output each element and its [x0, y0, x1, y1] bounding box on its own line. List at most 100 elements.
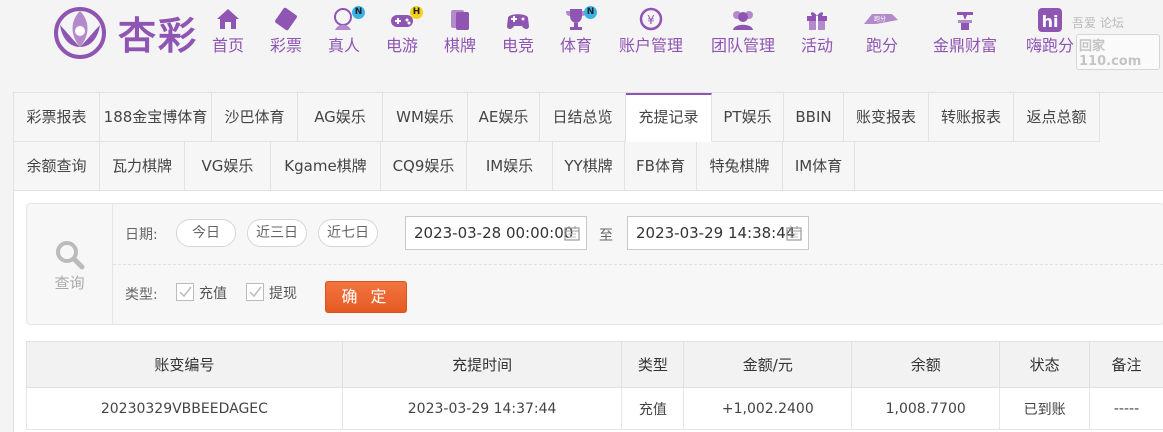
report-panel: 彩票报表 188金宝博体育 沙巴体育 AG娱乐 WM娱乐 AE娱乐 日结总览 充提记录 PT娱乐… — [13, 92, 1163, 432]
nav-item-3[interactable]: 电游 H — [384, 6, 423, 58]
watermark-line1: 吾爱 论坛 — [1072, 16, 1124, 30]
brand-logo[interactable]: 杏彩 — [50, 3, 200, 59]
cell-type: 充值 — [621, 387, 685, 430]
nav-label: 首页 — [211, 36, 244, 55]
nav-label: 团队管理 — [710, 36, 775, 55]
nav-badge: N — [584, 6, 597, 19]
nav-item-9[interactable]: 活动 — [798, 6, 836, 58]
table-row[interactable]: 20230329VBBEEDAGEC 2023-03-29 14:37:44 充… — [26, 387, 1163, 430]
gift-icon — [807, 12, 827, 30]
tab-r2-7[interactable]: FB体育 — [625, 142, 697, 191]
end-date-input[interactable]: 2023-03-29 14:38:44 — [627, 216, 809, 250]
cell-time: 2023-03-29 14:37:44 — [341, 387, 623, 430]
tab-r1-1[interactable]: 188金宝博体育 — [100, 93, 212, 142]
home-icon — [217, 9, 239, 29]
query-side-label: 查询 — [54, 274, 85, 292]
deposit-label: 充值 — [199, 286, 227, 302]
withdraw-checkbox[interactable] — [246, 283, 264, 301]
cell-transaction-id: 20230329VBBEEDAGEC — [26, 387, 343, 430]
last-3-days-button[interactable]: 近三日 — [247, 219, 307, 247]
cards-icon — [451, 10, 469, 30]
nav-item-7[interactable]: ¥ 账户管理 — [616, 6, 686, 58]
nav-item-11[interactable]: 金鼎财富 — [930, 6, 1000, 58]
deposit-checkbox[interactable] — [176, 283, 194, 301]
calendar-icon[interactable] — [564, 225, 580, 241]
tab-r1-5[interactable]: AE娱乐 — [468, 93, 540, 142]
tab-r2-1[interactable]: 瓦力棋牌 — [100, 142, 185, 191]
nav-item-0[interactable]: 首页 — [210, 6, 246, 58]
tab-r1-10[interactable]: 账变报表 — [844, 93, 929, 142]
team-icon — [733, 11, 753, 30]
type-label: 类型: — [125, 287, 158, 303]
records-table: 账变编号 充提时间 类型 金额/元 余额 状态 备注 20230329VBBEE… — [26, 341, 1163, 430]
tab-r1-8[interactable]: PT娱乐 — [712, 93, 784, 142]
nav-item-12[interactable]: hi 嗨跑分 — [1022, 6, 1078, 58]
col-time[interactable]: 充提时间 — [341, 341, 623, 388]
lotus-logo-icon — [54, 7, 106, 59]
today-button[interactable]: 今日 — [176, 219, 236, 247]
nav-label: 棋牌 — [443, 36, 476, 55]
svg-text:hi: hi — [1042, 12, 1059, 31]
tab-r1-2[interactable]: 沙巴体育 — [212, 93, 298, 142]
wealth-icon — [957, 12, 973, 30]
nav-item-8[interactable]: 团队管理 — [708, 6, 778, 58]
col-transaction-id[interactable]: 账变编号 — [26, 341, 343, 388]
nav-label: 电游 — [385, 36, 418, 55]
nav-item-5[interactable]: 电竞 — [500, 6, 536, 58]
cell-status: 已到账 — [999, 387, 1091, 430]
run-score-icon: 跑分 — [864, 14, 898, 24]
withdraw-label: 提现 — [269, 286, 297, 302]
col-type[interactable]: 类型 — [621, 341, 685, 388]
date-row: 日期: 今日 近三日 近七日 2023-03-28 00:00:00 至 202… — [113, 204, 1163, 265]
start-date-input[interactable]: 2023-03-28 00:00:00 — [405, 216, 587, 250]
watermark-line2: 回家110.com — [1076, 34, 1160, 70]
tab-r1-6[interactable]: 日结总览 — [540, 93, 626, 142]
cell-remark: ----- — [1089, 387, 1163, 430]
start-date-value: 2023-03-28 00:00:00 — [414, 224, 574, 242]
tab-r2-2[interactable]: VG娱乐 — [185, 142, 271, 191]
nav-item-6[interactable]: 体育 N — [558, 6, 597, 58]
brand-name: 杏彩 — [118, 13, 199, 58]
tab-r2-4[interactable]: CQ9娱乐 — [381, 142, 467, 191]
nav-label: 金鼎财富 — [932, 36, 997, 55]
nav-item-10[interactable]: 跑分 跑分 — [862, 6, 902, 58]
tab-r1-9[interactable]: BBIN — [784, 93, 844, 142]
checkmark-icon — [179, 286, 192, 298]
tab-r2-5[interactable]: IM娱乐 — [467, 142, 553, 191]
nav-label: 活动 — [800, 36, 833, 55]
nav-item-2[interactable]: 真人 N — [326, 6, 365, 58]
tab-r2-0[interactable]: 余额查询 — [14, 142, 100, 191]
calendar-icon[interactable] — [786, 225, 802, 241]
tab-r2-3[interactable]: Kgame棋牌 — [271, 142, 381, 191]
tab-r2-8[interactable]: 特兔棋牌 — [697, 142, 783, 191]
watermark: 吾爱 论坛 回家110.com — [1072, 14, 1160, 70]
nav-badge: N — [352, 6, 365, 19]
tab-r1-0[interactable]: 彩票报表 — [14, 93, 100, 142]
tab-r2-6[interactable]: YY棋牌 — [553, 142, 625, 191]
nav-item-1[interactable]: 彩票 — [268, 6, 304, 58]
controller-icon — [507, 14, 529, 29]
col-status[interactable]: 状态 — [999, 341, 1091, 388]
col-remark[interactable]: 备注 — [1089, 341, 1163, 388]
tab-r1-4[interactable]: WM娱乐 — [383, 93, 468, 142]
cell-amount: +1,002.2400 — [683, 387, 853, 430]
search-icon — [56, 241, 85, 270]
col-amount[interactable]: 金额/元 — [683, 341, 853, 388]
tab-r1-12[interactable]: 返点总额 — [1014, 93, 1100, 142]
top-navigation: 杏彩 首页 彩票真人 N 电游 H 棋牌 电竞 体育 N ¥ 账户管理 团队管理 活动 跑分 跑分金鼎财富 h… — [0, 0, 1163, 80]
col-balance[interactable]: 余额 — [851, 341, 1001, 388]
tab-r1-3[interactable]: AG娱乐 — [298, 93, 383, 142]
to-label: 至 — [599, 228, 613, 244]
tab-r1-11[interactable]: 转账报表 — [929, 93, 1014, 142]
tab-r1-7[interactable]: 充提记录 — [626, 93, 712, 142]
cell-balance: 1,008.7700 — [851, 387, 1001, 430]
nav-label: 账户管理 — [618, 36, 683, 55]
nav-item-4[interactable]: 棋牌 — [442, 6, 478, 58]
end-date-value: 2023-03-29 14:38:44 — [636, 224, 796, 242]
last-7-days-button[interactable]: 近七日 — [318, 219, 378, 247]
yen-coin-icon: ¥ — [639, 7, 663, 31]
confirm-button[interactable]: 确 定 — [325, 281, 407, 313]
svg-text:¥: ¥ — [647, 13, 655, 27]
nav-label: 真人 — [327, 36, 360, 55]
tab-r2-9[interactable]: IM体育 — [783, 142, 855, 191]
